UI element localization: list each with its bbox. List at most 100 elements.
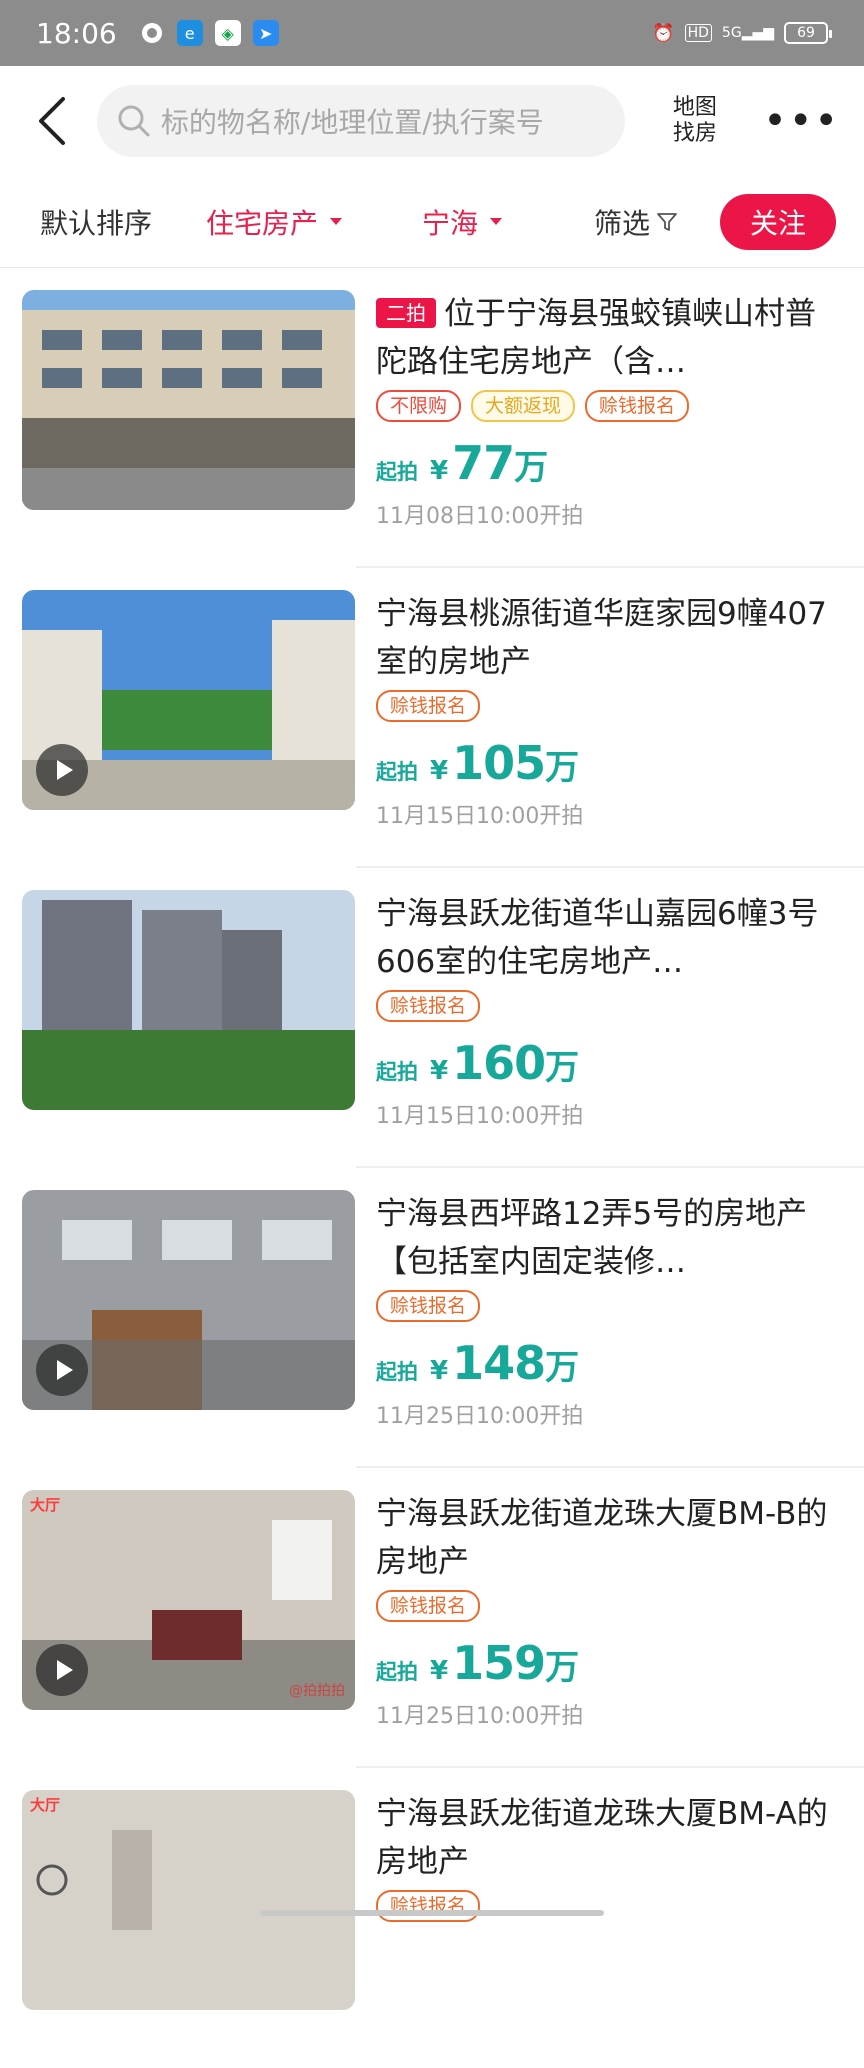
category-label: 住宅房产 — [206, 206, 319, 240]
listing-title: 宁海县桃源街道华庭家园9幢407室的房地产 — [376, 596, 827, 680]
tag-list: 赊钱报名 — [376, 690, 834, 722]
back-button[interactable] — [24, 91, 81, 151]
tag-list: 赊钱报名 — [376, 990, 834, 1022]
region-dropdown[interactable]: 宁海 — [422, 202, 594, 242]
tag: 赊钱报名 — [376, 1590, 481, 1622]
map-search-button[interactable]: 地图 找房 — [665, 95, 726, 147]
category-dropdown[interactable]: 住宅房产 — [206, 202, 422, 242]
app-notification-icon — [139, 20, 165, 46]
price-label: 起拍 — [376, 760, 418, 784]
listing-title: 宁海县跃龙街道华山嘉园6幢3号606室的住宅房地产… — [376, 896, 819, 980]
tag-list: 赊钱报名 — [376, 1890, 834, 1922]
tag: 赊钱报名 — [376, 1290, 481, 1322]
tag-list: 不限购 大额返现 赊钱报名 — [376, 390, 834, 422]
funnel-icon — [657, 212, 677, 231]
map-label-line1: 地图 — [672, 95, 717, 120]
starting-price: 77 — [452, 436, 515, 490]
auction-start-time: 11月15日10:00开拍 — [376, 1104, 584, 1129]
tag-list: 赊钱报名 — [376, 1590, 834, 1622]
listing-title: 二拍 位于宁海县强蛟镇峡山村普陀路住宅房地产（含… — [376, 296, 816, 380]
header: 标的物名称/地理位置/执行案号 地图 找房 ••• — [0, 66, 864, 176]
chevron-left-icon — [39, 97, 66, 145]
list-item[interactable]: 宁海县跃龙街道华山嘉园6幢3号606室的住宅房地产… 赊钱报名 起拍 ¥ 160… — [0, 868, 864, 1168]
search-icon — [118, 105, 150, 137]
currency-symbol: ¥ — [430, 1356, 449, 1386]
auction-start-time: 11月15日10:00开拍 — [376, 804, 584, 829]
more-options-icon[interactable]: ••• — [763, 101, 840, 141]
price-row: 起拍 ¥ 77 万 — [376, 436, 834, 492]
price-row: 起拍 ¥ 159 万 — [376, 1636, 834, 1692]
mobile-notification-icon: ◈ — [214, 20, 241, 46]
price-label: 起拍 — [376, 1660, 418, 1684]
property-photo — [22, 890, 355, 1110]
price-label: 起拍 — [376, 460, 418, 484]
starting-price: 148 — [452, 1336, 546, 1390]
caret-down-icon — [490, 218, 503, 225]
alarm-icon: ⏰ — [652, 22, 675, 44]
list-item[interactable]: 大厅 @拍拍拍 宁海县跃龙街道龙珠大厦BM-B的房地产 赊钱报名 起拍 ¥ 15… — [0, 1468, 864, 1768]
status-bar: 18:06 e ◈ ➤ ⏰ HD 5G▂▄▆ 69 — [0, 0, 864, 66]
tag: 赊钱报名 — [376, 990, 481, 1022]
play-video-icon[interactable] — [36, 1644, 88, 1696]
currency-symbol: ¥ — [430, 1056, 449, 1086]
price-row: 起拍 ¥ 160 万 — [376, 1036, 834, 1092]
price-row: 起拍 ¥ 105 万 — [376, 736, 834, 792]
price-unit: 万 — [545, 1648, 580, 1688]
auction-round-badge: 二拍 — [376, 298, 436, 328]
sort-label: 默认排序 — [40, 206, 153, 240]
price-unit: 万 — [545, 1348, 580, 1388]
price-unit: 万 — [545, 748, 580, 788]
region-label: 宁海 — [422, 206, 479, 240]
list-item[interactable]: 大厅 宁海县跃龙街道龙珠大厦BM-A的房地产 赊钱报名 — [0, 1768, 864, 2068]
property-photo — [22, 1190, 355, 1410]
starting-price: 105 — [452, 736, 546, 790]
home-indicator[interactable] — [260, 1910, 604, 1916]
follow-button[interactable]: 关注 — [720, 193, 836, 250]
tag-list: 赊钱报名 — [376, 1290, 834, 1322]
room-label: 大厅 — [30, 1796, 61, 1814]
listing-title: 宁海县跃龙街道龙珠大厦BM-B的房地产 — [376, 1496, 828, 1580]
property-photo: 大厅 — [22, 1790, 355, 2010]
list-item[interactable]: 宁海县西坪路12弄5号的房地产【包括室内固定装修… 赊钱报名 起拍 ¥ 148 … — [0, 1168, 864, 1468]
filter-bar: 默认排序 住宅房产 宁海 筛选 关注 — [0, 176, 864, 268]
list-item[interactable]: 宁海县桃源街道华庭家园9幢407室的房地产 赊钱报名 起拍 ¥ 105 万 11… — [0, 568, 864, 868]
property-photo: 大厅 @拍拍拍 — [22, 1490, 355, 1710]
signal-icon: 5G▂▄▆ — [721, 25, 774, 41]
hd-label: HD — [684, 24, 712, 42]
listing-list: 二拍 位于宁海县强蛟镇峡山村普陀路住宅房地产（含… 不限购 大额返现 赊钱报名 起… — [0, 268, 864, 2068]
auction-start-time: 11月08日10:00开拍 — [376, 504, 584, 529]
tag: 不限购 — [376, 390, 462, 422]
price-row: 起拍 ¥ 148 万 — [376, 1336, 834, 1392]
filter-button[interactable]: 筛选 — [594, 202, 720, 242]
battery-icon: 69 — [784, 22, 832, 44]
price-label: 起拍 — [376, 1360, 418, 1384]
starting-price: 159 — [452, 1636, 546, 1690]
sort-dropdown[interactable]: 默认排序 — [40, 202, 206, 242]
starting-price: 160 — [452, 1036, 546, 1090]
auction-start-time: 11月25日10:00开拍 — [376, 1704, 584, 1729]
map-label-line2: 找房 — [672, 121, 717, 146]
photo-watermark: @拍拍拍 — [289, 1683, 345, 1699]
price-label: 起拍 — [376, 1060, 418, 1084]
auction-start-time: 11月25日10:00开拍 — [376, 1404, 584, 1429]
status-time: 18:06 — [36, 16, 117, 50]
property-photo — [22, 290, 355, 510]
tag: 赊钱报名 — [376, 690, 481, 722]
tag: 大额返现 — [471, 390, 576, 422]
filter-label: 筛选 — [594, 206, 651, 240]
play-video-icon[interactable] — [36, 744, 88, 796]
price-unit: 万 — [545, 1048, 580, 1088]
search-input[interactable]: 标的物名称/地理位置/执行案号 — [96, 85, 625, 157]
list-item[interactable]: 二拍 位于宁海县强蛟镇峡山村普陀路住宅房地产（含… 不限购 大额返现 赊钱报名 起… — [0, 268, 864, 568]
room-label: 大厅 — [30, 1496, 61, 1514]
listing-title: 宁海县跃龙街道龙珠大厦BM-A的房地产 — [376, 1796, 828, 1880]
play-video-icon[interactable] — [36, 1344, 88, 1396]
search-placeholder: 标的物名称/地理位置/执行案号 — [160, 106, 544, 139]
tag: 赊钱报名 — [585, 390, 690, 422]
tag: 赊钱报名 — [376, 1890, 481, 1922]
caret-down-icon — [330, 218, 343, 225]
price-unit: 万 — [514, 448, 549, 488]
listing-title: 宁海县西坪路12弄5号的房地产【包括室内固定装修… — [376, 1196, 808, 1280]
browser-notification-icon: e — [176, 20, 203, 46]
currency-symbol: ¥ — [430, 1656, 449, 1686]
